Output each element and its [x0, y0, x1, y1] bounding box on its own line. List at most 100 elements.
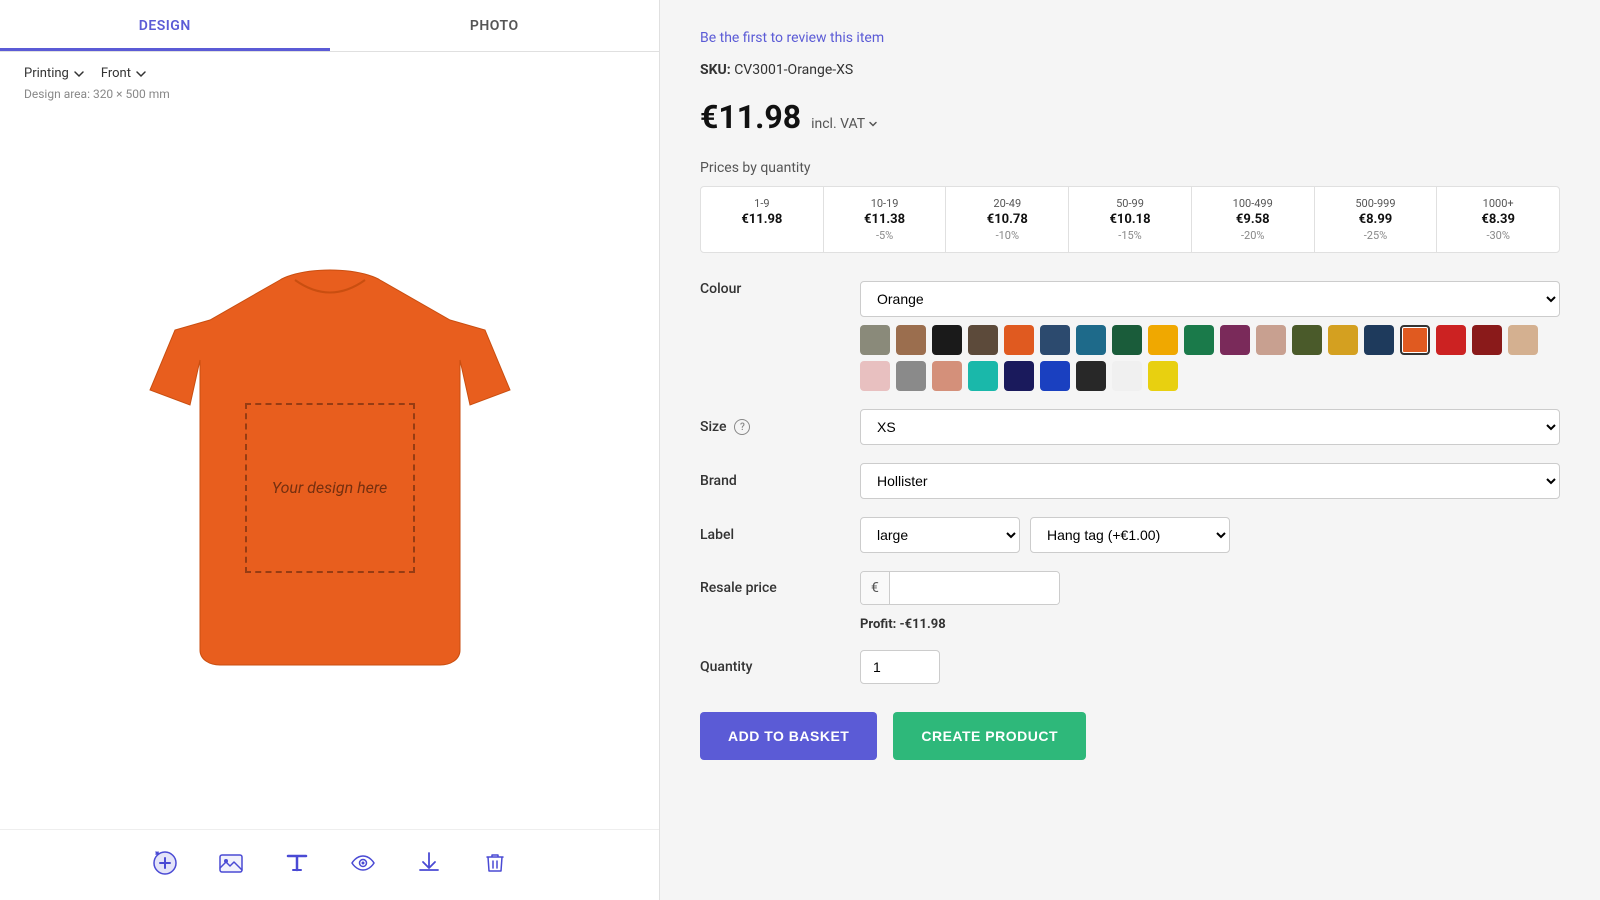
color-swatch[interactable] [1256, 325, 1286, 355]
label-label: Label [700, 527, 860, 543]
label-field-row: Label smallmediumlarge No labelStandardH… [700, 517, 1560, 553]
color-swatch[interactable] [1076, 325, 1106, 355]
color-swatch[interactable] [1076, 361, 1106, 391]
prices-by-qty: Prices by quantity 1-9€11.9810-19€11.38-… [700, 160, 1560, 253]
resale-price-input[interactable] [890, 572, 1059, 604]
price-vat: incl. VAT [811, 116, 878, 132]
size-label-container: Size ? [700, 419, 860, 435]
color-swatch[interactable] [1112, 325, 1142, 355]
quantity-label: Quantity [700, 659, 860, 675]
color-swatch[interactable] [968, 361, 998, 391]
text-icon[interactable] [284, 850, 310, 876]
preview-icon[interactable] [350, 850, 376, 876]
qty-table: 1-9€11.9810-19€11.38-5%20-49€10.78-10%50… [700, 186, 1560, 253]
create-product-button[interactable]: CREATE PRODUCT [893, 712, 1086, 760]
color-swatch[interactable] [860, 325, 890, 355]
download-icon[interactable] [416, 850, 442, 876]
design-area-label: Design area: 320 × 500 mm [0, 85, 659, 111]
color-swatch[interactable] [896, 361, 926, 391]
size-select[interactable]: XSSMLXL2XL3XL [860, 409, 1560, 445]
colour-field-row: Colour OrangeWhiteBlackNavyRedGrey [700, 281, 1560, 391]
printing-dropdown[interactable]: Printing [24, 66, 85, 81]
color-swatch[interactable] [1472, 325, 1502, 355]
right-panel: Be the first to review this item SKU: CV… [660, 0, 1600, 900]
sku-value: CV3001-Orange-XS [734, 62, 853, 78]
add-design-icon[interactable] [152, 850, 178, 876]
color-swatch[interactable] [1508, 325, 1538, 355]
size-field-row: Size ? XSSMLXL2XL3XL [700, 409, 1560, 445]
quantity-input[interactable] [860, 650, 940, 684]
controls-row: Printing Front [0, 52, 659, 85]
profit-text: Profit: -€11.98 [860, 617, 946, 632]
chevron-down-icon [135, 68, 147, 80]
resale-price-label: Resale price [700, 580, 860, 596]
color-swatch[interactable] [932, 325, 962, 355]
qty-col: 10-19€11.38-5% [824, 187, 947, 252]
color-swatch[interactable] [1148, 325, 1178, 355]
brand-label: Brand [700, 473, 860, 489]
color-swatch[interactable] [1184, 325, 1214, 355]
color-swatch[interactable] [1436, 325, 1466, 355]
tab-photo[interactable]: PHOTO [330, 0, 660, 51]
color-swatch[interactable] [860, 361, 890, 391]
qty-col: 500-999€8.99-25% [1315, 187, 1438, 252]
sku-label: SKU: [700, 62, 731, 78]
size-info-icon[interactable]: ? [734, 419, 750, 435]
tab-design[interactable]: DESIGN [0, 0, 330, 51]
sku-row: SKU: CV3001-Orange-XS [700, 62, 1560, 78]
color-swatch[interactable] [1400, 325, 1430, 355]
size-label: Size [700, 419, 726, 435]
profit-row: Profit: -€11.98 [700, 613, 1560, 632]
size-control: XSSMLXL2XL3XL [860, 409, 1560, 445]
color-swatches [860, 325, 1560, 391]
colour-select[interactable]: OrangeWhiteBlackNavyRedGrey [860, 281, 1560, 317]
action-buttons: ADD TO BASKET CREATE PRODUCT [700, 712, 1560, 760]
label-size-select[interactable]: smallmediumlarge [860, 517, 1020, 553]
color-swatch[interactable] [896, 325, 926, 355]
color-swatch[interactable] [1004, 361, 1034, 391]
qty-col: 1000+€8.39-30% [1437, 187, 1559, 252]
qty-col: 1-9€11.98 [701, 187, 824, 252]
color-swatch[interactable] [968, 325, 998, 355]
left-panel: DESIGN PHOTO Printing Front Design area:… [0, 0, 660, 900]
toolbar [0, 829, 659, 900]
color-swatch[interactable] [1364, 325, 1394, 355]
chevron-down-icon [868, 119, 878, 129]
gallery-icon[interactable] [218, 850, 244, 876]
vat-dropdown[interactable]: incl. VAT [811, 116, 878, 132]
color-swatch[interactable] [932, 361, 962, 391]
label-control: smallmediumlarge No labelStandardHang ta… [860, 517, 1560, 553]
front-dropdown[interactable]: Front [101, 66, 147, 81]
review-link[interactable]: Be the first to review this item [700, 30, 1560, 46]
color-swatch[interactable] [1328, 325, 1358, 355]
price-main: €11.98 [700, 98, 801, 136]
brand-control: HollisterBella+CanvasGildan [860, 463, 1560, 499]
brand-select[interactable]: HollisterBella+CanvasGildan [860, 463, 1560, 499]
color-swatch[interactable] [1040, 361, 1070, 391]
colour-control: OrangeWhiteBlackNavyRedGrey [860, 281, 1560, 391]
color-swatch[interactable] [1148, 361, 1178, 391]
qty-col: 20-49€10.78-10% [946, 187, 1069, 252]
quantity-row: Quantity [700, 650, 1560, 684]
qty-col: 50-99€10.18-15% [1069, 187, 1192, 252]
tabs-container: DESIGN PHOTO [0, 0, 659, 52]
color-swatch[interactable] [1220, 325, 1250, 355]
price-row: €11.98 incl. VAT [700, 98, 1560, 136]
color-swatch[interactable] [1112, 361, 1142, 391]
canvas-area: Your design here [0, 111, 659, 829]
resale-price-row: Resale price € [700, 571, 1560, 605]
chevron-down-icon [73, 68, 85, 80]
color-swatch[interactable] [1292, 325, 1322, 355]
currency-symbol: € [861, 572, 890, 604]
brand-field-row: Brand HollisterBella+CanvasGildan [700, 463, 1560, 499]
add-to-basket-button[interactable]: ADD TO BASKET [700, 712, 877, 760]
prices-by-qty-label: Prices by quantity [700, 160, 1560, 176]
color-swatch[interactable] [1004, 325, 1034, 355]
tshirt-container: Your design here [140, 250, 520, 690]
design-placeholder: Your design here [245, 403, 415, 573]
color-swatch[interactable] [1040, 325, 1070, 355]
design-placeholder-text: Your design here [272, 478, 388, 497]
delete-icon[interactable] [482, 850, 508, 876]
qty-col: 100-499€9.58-20% [1192, 187, 1315, 252]
label-type-select[interactable]: No labelStandardHang tag (+€1.00) [1030, 517, 1230, 553]
